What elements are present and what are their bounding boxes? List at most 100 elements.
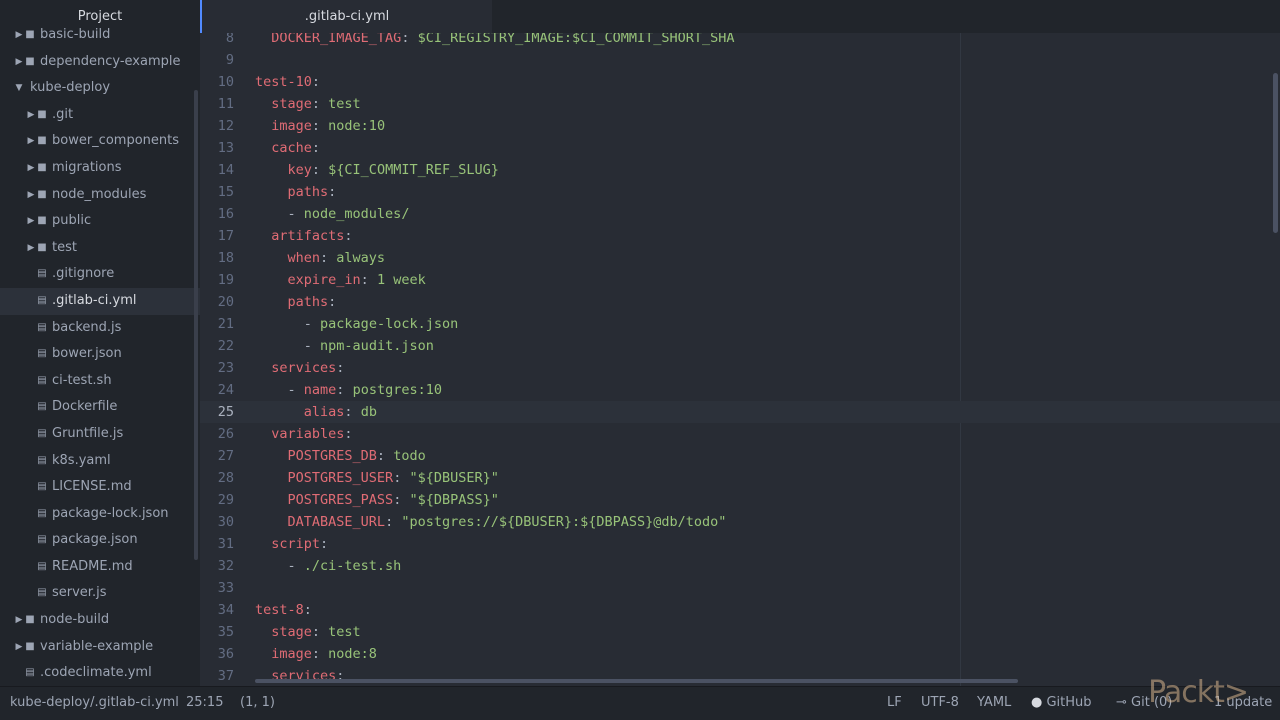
code-lines[interactable]: 8 DOCKER_IMAGE_TAG: $CI_REGISTRY_IMAGE:$… [200, 33, 1280, 687]
code-key: DATABASE_URL [287, 514, 386, 530]
line-number: 8 [225, 33, 234, 46]
tree-folder[interactable]: ▶ ■ test [0, 235, 200, 262]
chevron-right-icon[interactable]: ▶ [26, 208, 36, 235]
chevron-right-icon[interactable]: ▶ [26, 235, 36, 262]
tab-gitlab-ci[interactable]: .gitlab-ci.yml [200, 0, 492, 33]
grammar[interactable]: YAML [977, 687, 1011, 719]
code-line[interactable]: 11 stage: test [200, 93, 1280, 115]
tree-item-label: backend.js [52, 319, 122, 335]
code-line[interactable]: 9 [200, 49, 1280, 71]
chevron-right-icon[interactable]: ▶ [26, 182, 36, 209]
file-path[interactable]: kube-deploy/.gitlab-ci.yml [10, 687, 179, 719]
code-line[interactable]: 17 artifacts: [200, 225, 1280, 247]
file-icon: ▤ [37, 560, 47, 572]
code-line[interactable]: 33 [200, 577, 1280, 599]
code-line[interactable]: 12 image: node:10 [200, 115, 1280, 137]
code-line[interactable]: 8 DOCKER_IMAGE_TAG: $CI_REGISTRY_IMAGE:$… [200, 33, 1280, 49]
tree-folder[interactable]: ▶ ■ migrations [0, 155, 200, 182]
code-value: $CI_REGISTRY_IMAGE:$CI_COMMIT_SHORT_SHA [417, 33, 735, 46]
tree-folder[interactable]: ▶ ■ basic-build [0, 22, 200, 49]
tree-file[interactable]: ▤ .gitignore [0, 261, 200, 288]
code-line[interactable]: 25 alias: db [200, 401, 1280, 423]
code-line[interactable]: 20 paths: [200, 291, 1280, 313]
tree-folder[interactable]: ▶ ■ node_modules [0, 182, 200, 209]
tree-folder[interactable]: ▶ ■ dependency-example [0, 49, 200, 76]
chevron-right-icon[interactable]: ▶ [26, 128, 36, 155]
code-line[interactable]: 34 test-8: [200, 599, 1280, 621]
tree-file[interactable]: ▤ backend.js [0, 315, 200, 342]
tree-scrollbar[interactable] [194, 90, 198, 560]
chevron-right-icon[interactable]: ▶ [14, 634, 24, 661]
code-line[interactable]: 23 services: [200, 357, 1280, 379]
code-line[interactable]: 18 when: always [200, 247, 1280, 269]
code-dash: - [303, 316, 321, 332]
code-value: ${CI_COMMIT_REF_SLUG} [328, 162, 499, 178]
code-line[interactable]: 10 test-10: [200, 71, 1280, 93]
code-line[interactable]: 35 stage: test [200, 621, 1280, 643]
tree-file[interactable]: ▤ Gruntfile.js [0, 421, 200, 448]
code-line[interactable]: 26 variables: [200, 423, 1280, 445]
tree-file[interactable]: ▤ .gitlab-ci.yml [0, 287, 200, 315]
code-line[interactable]: 30 DATABASE_URL: "postgres://${DBUSER}:$… [200, 511, 1280, 533]
code-separator: : [311, 140, 321, 156]
tree-folder[interactable]: ▼ kube-deploy [0, 75, 200, 102]
tree-file[interactable]: ▤ README.md [0, 554, 200, 581]
chevron-right-icon[interactable]: ▶ [14, 22, 24, 49]
code-line[interactable]: 31 script: [200, 533, 1280, 555]
tree-file[interactable]: ▤ .codeclimate.yml [0, 660, 200, 687]
code-line[interactable]: 27 POSTGRES_DB: todo [200, 445, 1280, 467]
tree-file[interactable]: ▤ ci-test.sh [0, 368, 200, 395]
tree-file[interactable]: ▤ server.js [0, 580, 200, 607]
code-line[interactable]: 29 POSTGRES_PASS: "${DBPASS}" [200, 489, 1280, 511]
folder-icon: ■ [25, 55, 35, 67]
code-line[interactable]: 37 services: [200, 665, 1280, 687]
chevron-right-icon[interactable]: ▶ [14, 607, 24, 634]
code-line[interactable]: 32 - ./ci-test.sh [200, 555, 1280, 577]
tree-folder[interactable]: ▶ ■ variable-example [0, 634, 200, 661]
line-ending[interactable]: LF [887, 687, 902, 719]
chevron-right-icon[interactable]: ▶ [14, 49, 24, 76]
tree-file[interactable]: ▤ package-lock.json [0, 501, 200, 528]
code-line[interactable]: 21 - package-lock.json [200, 313, 1280, 335]
code-line[interactable]: 24 - name: postgres:10 [200, 379, 1280, 401]
code-line[interactable]: 19 expire_in: 1 week [200, 269, 1280, 291]
code-line[interactable]: 13 cache: [200, 137, 1280, 159]
encoding[interactable]: UTF-8 [921, 687, 959, 719]
chevron-right-icon[interactable]: ▶ [26, 102, 36, 129]
file-icon: ▤ [37, 534, 47, 546]
code-line[interactable]: 15 paths: [200, 181, 1280, 203]
tree-folder[interactable]: ▶ ■ node-build [0, 607, 200, 634]
code-line[interactable]: 28 POSTGRES_USER: "${DBUSER}" [200, 467, 1280, 489]
chevron-down-icon[interactable]: ▼ [14, 75, 24, 102]
selection-count[interactable]: (1, 1) [240, 687, 275, 719]
code-editor[interactable]: 8 DOCKER_IMAGE_TAG: $CI_REGISTRY_IMAGE:$… [200, 33, 1280, 687]
file-icon: ▤ [37, 427, 47, 439]
code-line[interactable]: 16 - node_modules/ [200, 203, 1280, 225]
code-line[interactable]: 14 key: ${CI_COMMIT_REF_SLUG} [200, 159, 1280, 181]
tree-file[interactable]: ▤ bower.json [0, 341, 200, 368]
code-line[interactable]: 22 - npm-audit.json [200, 335, 1280, 357]
tree-file[interactable]: ▤ Dockerfile [0, 394, 200, 421]
tree-folder[interactable]: ▶ ■ bower_components [0, 128, 200, 155]
code-key: DOCKER_IMAGE_TAG [271, 33, 402, 46]
tree-file[interactable]: ▤ LICENSE.md [0, 474, 200, 501]
code-key: image [271, 118, 312, 134]
tree-file[interactable]: ▤ k8s.yaml [0, 448, 200, 475]
tree-folder[interactable]: ▶ ■ .git [0, 102, 200, 129]
code-value: db [360, 404, 377, 420]
tree-item-label: package.json [52, 532, 138, 548]
editor-vertical-scrollbar[interactable] [1273, 73, 1278, 233]
line-number: 16 [217, 206, 234, 222]
tree-item-label: public [52, 213, 92, 229]
chevron-right-icon[interactable]: ▶ [26, 155, 36, 182]
cursor-position[interactable]: 25:15 [186, 687, 223, 719]
code-line[interactable]: 36 image: node:8 [200, 643, 1280, 665]
editor-horizontal-scrollbar[interactable] [255, 679, 1018, 683]
tree-file[interactable]: ▤ package.json [0, 527, 200, 554]
folder-icon: ■ [37, 135, 47, 147]
tree-folder[interactable]: ▶ ■ public [0, 208, 200, 235]
github-button[interactable]: ● GitHub [1031, 687, 1092, 719]
